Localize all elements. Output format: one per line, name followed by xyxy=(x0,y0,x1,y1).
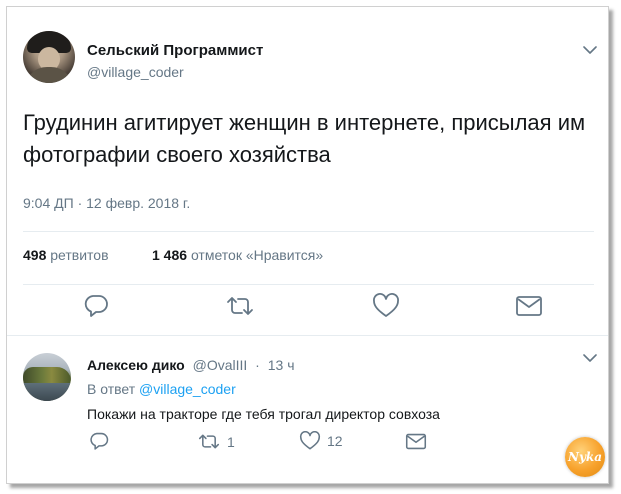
reply-to-prefix: В ответ xyxy=(87,381,136,397)
separator-dot: · xyxy=(255,357,260,373)
watermark-text: Nyka xyxy=(567,450,602,464)
reply-author-name[interactable]: Алексею дико xyxy=(87,357,185,373)
avatar-coat xyxy=(25,67,73,83)
reply-like-count: 12 xyxy=(327,433,343,449)
site-logo-watermark: Nyka xyxy=(565,437,605,477)
tweet-text: Грудинин агитирует женщин в интернете, п… xyxy=(23,110,586,167)
reply-direct-message-button[interactable] xyxy=(405,433,427,450)
tweet-card: Сельский Программист @village_coder Груд… xyxy=(6,6,609,484)
reply-icon xyxy=(83,293,109,317)
retweet-icon xyxy=(225,295,255,317)
like-button[interactable] xyxy=(372,293,400,319)
reply-time[interactable]: 13 ч xyxy=(268,357,295,373)
reply-reply-button[interactable] xyxy=(89,431,109,450)
reply-retweet-count: 1 xyxy=(227,433,235,450)
reply-header: Алексею дико @OvalIII · 13 ч xyxy=(87,357,295,373)
mail-icon xyxy=(515,295,543,317)
mail-icon xyxy=(405,433,427,450)
reply-author-handle[interactable]: @OvalIII xyxy=(193,357,248,373)
reply-author-avatar[interactable] xyxy=(23,353,71,401)
reply-retweet-button[interactable]: 1 xyxy=(197,433,235,450)
reply-like-button[interactable]: 12 xyxy=(299,431,343,451)
reply-text: Покажи на тракторе где тебя трогал дирек… xyxy=(87,406,440,422)
reply-button[interactable] xyxy=(83,293,109,317)
divider xyxy=(23,231,594,232)
heart-icon xyxy=(372,293,400,319)
author-name[interactable]: Сельский Программист xyxy=(87,42,263,59)
divider xyxy=(23,284,594,285)
likes-label: отметок «Нравится» xyxy=(190,247,324,263)
chevron-down-icon[interactable] xyxy=(583,45,597,55)
retweets-count: 498 xyxy=(23,247,47,263)
likes-stat[interactable]: 1 486 отметок «Нравится» xyxy=(152,247,323,263)
reply-to-line: В ответ @village_coder xyxy=(87,381,236,397)
tweet-timestamp[interactable]: 9:04 ДП · 12 февр. 2018 г. xyxy=(23,195,190,211)
retweets-label: ретвитов xyxy=(50,247,109,263)
reply-to-mention[interactable]: @village_coder xyxy=(139,381,236,397)
avatar-water xyxy=(23,383,71,401)
author-avatar[interactable] xyxy=(23,31,75,83)
direct-message-button[interactable] xyxy=(515,295,543,317)
chevron-down-icon[interactable] xyxy=(583,353,597,363)
author-handle[interactable]: @village_coder xyxy=(87,64,184,80)
retweets-stat[interactable]: 498 ретвитов xyxy=(23,247,109,263)
retweet-button[interactable] xyxy=(225,295,255,317)
heart-icon xyxy=(299,431,321,451)
retweet-icon xyxy=(197,433,221,450)
reply-icon xyxy=(89,431,109,450)
divider xyxy=(7,335,608,336)
likes-count: 1 486 xyxy=(152,247,188,263)
